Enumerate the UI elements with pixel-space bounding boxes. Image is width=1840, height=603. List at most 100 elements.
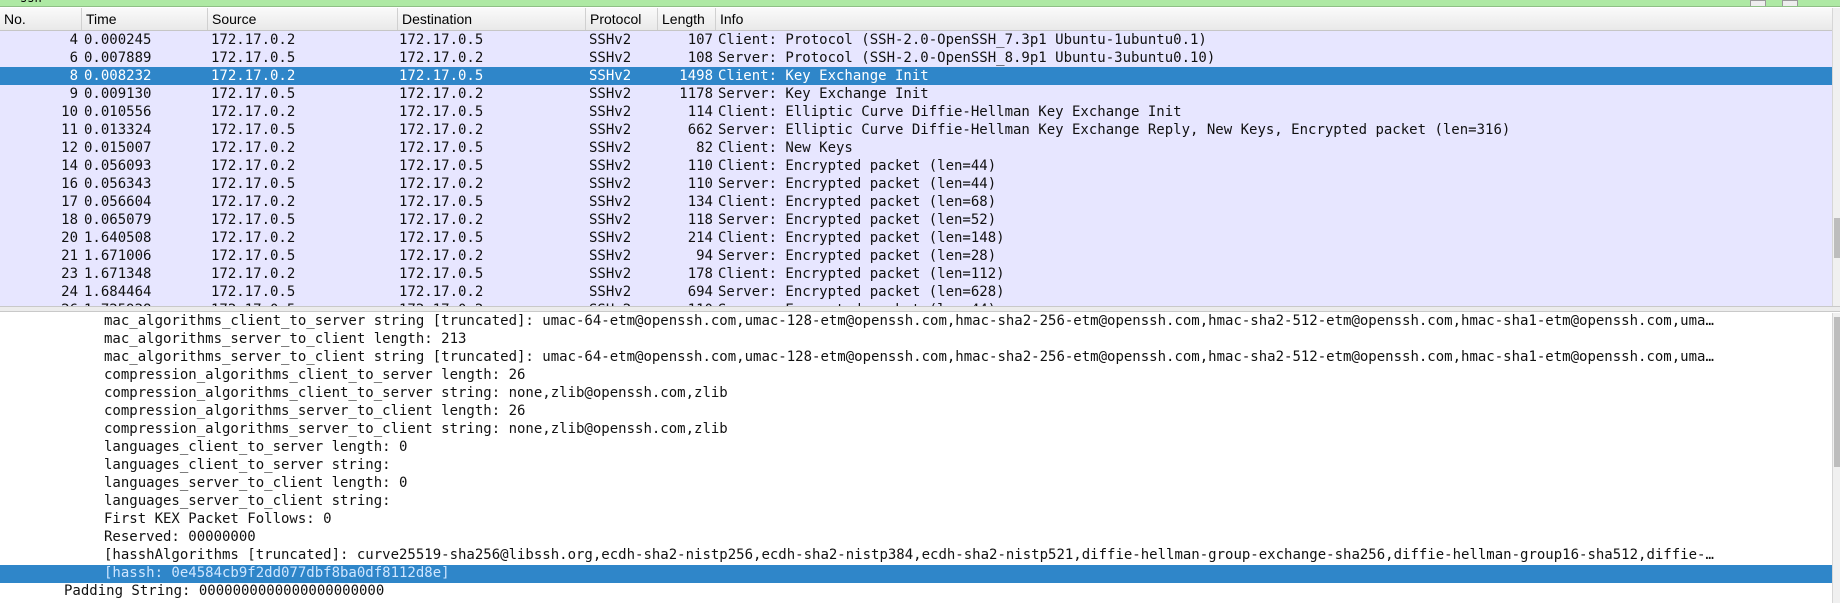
detail-tree-item[interactable]: [hassh: 0e4584cb9f2dd077dbf8ba0df8112d8e… [0,565,1832,583]
detail-tree-item[interactable]: languages_client_to_server length: 0 [0,439,1832,457]
packet-length: 1498 [679,68,713,84]
packet-row[interactable]: 24 1.684464 172.17.0.5 172.17.0.2 SSHv2 694 Se… [0,283,1832,301]
packet-source: 172.17.0.5 [211,212,296,228]
filter-bookmark-button[interactable] [1750,0,1766,6]
packet-destination: 172.17.0.5 [399,158,484,174]
packet-row[interactable]: 6 0.007889 172.17.0.5 172.17.0.2 SSHv2 108 Ser… [0,49,1832,67]
column-header-no[interactable]: No. [0,8,82,30]
packet-time: 0.007889 [84,50,152,66]
packet-no: 9 [69,86,78,102]
packet-list-header: No. Time Source Destination Protocol Len… [0,8,1832,31]
detail-tree-item[interactable]: compression_algorithms_client_to_server … [0,385,1832,403]
packet-row[interactable]: 20 1.640508 172.17.0.2 172.17.0.5 SSHv2 214 Cl… [0,229,1832,247]
packet-source: 172.17.0.5 [211,284,296,300]
packet-destination: 172.17.0.5 [399,194,484,210]
display-filter-input[interactable]: ssh [20,0,42,5]
filter-apply-button[interactable] [1782,0,1798,6]
packet-destination: 172.17.0.5 [399,32,484,48]
detail-tree-item[interactable]: languages_server_to_client length: 0 [0,475,1832,493]
detail-tree-item[interactable]: compression_algorithms_client_to_server … [0,367,1832,385]
packet-info: Server: Encrypted packet (len=44) [718,176,997,192]
packet-time: 0.009130 [84,86,152,102]
packet-no: 11 [61,122,78,138]
packet-no: 8 [69,68,78,84]
packet-no: 12 [61,140,78,156]
packet-row[interactable]: 18 0.065079 172.17.0.5 172.17.0.2 SSHv2 118 Se… [0,211,1832,229]
packet-destination: 172.17.0.2 [399,212,484,228]
packet-row[interactable]: 21 1.671006 172.17.0.5 172.17.0.2 SSHv2 94 Ser… [0,247,1832,265]
packet-length: 94 [696,248,713,264]
packet-info: Client: Encrypted packet (len=68) [718,194,997,210]
packet-source: 172.17.0.2 [211,68,296,84]
packet-info: Client: Encrypted packet (len=112) [718,266,1005,282]
packet-row[interactable]: 16 0.056343 172.17.0.5 172.17.0.2 SSHv2 110 Se… [0,175,1832,193]
detail-tree-item[interactable]: languages_client_to_server string: [0,457,1832,475]
packet-length: 110 [687,158,713,174]
scrollbar-thumb[interactable] [1834,218,1840,258]
packet-length: 178 [687,266,713,282]
packet-details-scrollbar[interactable] [1832,313,1840,603]
detail-tree-item-text: languages_client_to_server length: 0 [104,439,408,455]
packet-source: 172.17.0.5 [211,248,296,264]
column-header-time[interactable]: Time [82,8,208,30]
detail-tree-item-text: First KEX Packet Follows: 0 [104,511,332,527]
packet-destination: 172.17.0.2 [399,50,484,66]
pane-splitter[interactable] [0,306,1840,312]
packet-destination: 172.17.0.2 [399,176,484,192]
packet-length: 694 [687,284,713,300]
packet-time: 0.010556 [84,104,152,120]
packet-source: 172.17.0.2 [211,194,296,210]
packet-length: 134 [687,194,713,210]
packet-list-pane: No. Time Source Destination Protocol Len… [0,8,1832,306]
packet-row[interactable]: 10 0.010556 172.17.0.2 172.17.0.5 SSHv2 114 Cl… [0,103,1832,121]
packet-length: 82 [696,140,713,156]
detail-tree-item-text: compression_algorithms_server_to_client … [104,421,728,437]
packet-row[interactable]: 9 0.009130 172.17.0.5 172.17.0.2 SSHv2 1178 Se… [0,85,1832,103]
column-header-source[interactable]: Source [208,8,398,30]
detail-tree-item-text: compression_algorithms_client_to_server … [104,367,526,383]
packet-row[interactable]: 23 1.671348 172.17.0.2 172.17.0.5 SSHv2 178 Cl… [0,265,1832,283]
packet-row[interactable]: 14 0.056093 172.17.0.2 172.17.0.5 SSHv2 110 Cl… [0,157,1832,175]
detail-tree-item[interactable]: [hasshAlgorithms [truncated]: curve25519… [0,547,1832,565]
display-filter-bar[interactable]: ssh [0,0,1840,7]
detail-tree-item-text: [hasshAlgorithms [truncated]: curve25519… [104,547,1714,563]
column-header-protocol[interactable]: Protocol [586,8,658,30]
detail-tree-item[interactable]: compression_algorithms_server_to_client … [0,421,1832,439]
packet-no: 14 [61,158,78,174]
packet-row[interactable]: 8 0.008232 172.17.0.2 172.17.0.5 SSHv2 1498 Cl… [0,67,1832,85]
packet-source: 172.17.0.5 [211,176,296,192]
packet-no: 24 [61,284,78,300]
column-header-info[interactable]: Info [716,8,1832,30]
detail-tree-item[interactable]: mac_algorithms_server_to_client length: … [0,331,1832,349]
packet-length: 662 [687,122,713,138]
packet-no: 21 [61,248,78,264]
detail-tree-item[interactable]: Padding String: 0000000000000000000000 [0,583,1832,601]
column-header-length[interactable]: Length [658,8,716,30]
packet-length: 114 [687,104,713,120]
detail-tree-item[interactable]: compression_algorithms_server_to_client … [0,403,1832,421]
packet-time: 1.684464 [84,284,152,300]
packet-destination: 172.17.0.2 [399,122,484,138]
packet-row[interactable]: 11 0.013324 172.17.0.5 172.17.0.2 SSHv2 662 Se… [0,121,1832,139]
packet-row[interactable]: 17 0.056604 172.17.0.2 172.17.0.5 SSHv2 134 Cl… [0,193,1832,211]
detail-tree-item[interactable]: languages_server_to_client string: [0,493,1832,511]
scrollbar-thumb[interactable] [1834,317,1840,467]
packet-row[interactable]: 12 0.015007 172.17.0.2 172.17.0.5 SSHv2 82 Cli… [0,139,1832,157]
packet-destination: 172.17.0.5 [399,230,484,246]
detail-tree-item[interactable]: First KEX Packet Follows: 0 [0,511,1832,529]
packet-details-pane: mac_algorithms_client_to_server string [… [0,313,1832,603]
packet-list-scrollbar[interactable] [1832,8,1840,306]
detail-tree-item-text: mac_algorithms_client_to_server string [… [104,313,1714,329]
packet-row[interactable]: 4 0.000245 172.17.0.2 172.17.0.5 SSHv2 107 Cli… [0,31,1832,49]
packet-rows: 4 0.000245 172.17.0.2 172.17.0.5 SSHv2 107 Cli… [0,31,1832,306]
packet-time: 0.056343 [84,176,152,192]
detail-tree-item[interactable]: mac_algorithms_server_to_client string [… [0,349,1832,367]
detail-tree-item-text: mac_algorithms_server_to_client length: … [104,331,467,347]
packet-info: Client: New Keys [718,140,853,156]
detail-tree-item[interactable]: Reserved: 00000000 [0,529,1832,547]
detail-tree-item[interactable]: mac_algorithms_client_to_server string [… [0,313,1832,331]
packet-length: 214 [687,230,713,246]
column-header-destination[interactable]: Destination [398,8,586,30]
detail-tree-item-text: languages_client_to_server string: [104,457,391,473]
packet-time: 1.640508 [84,230,152,246]
